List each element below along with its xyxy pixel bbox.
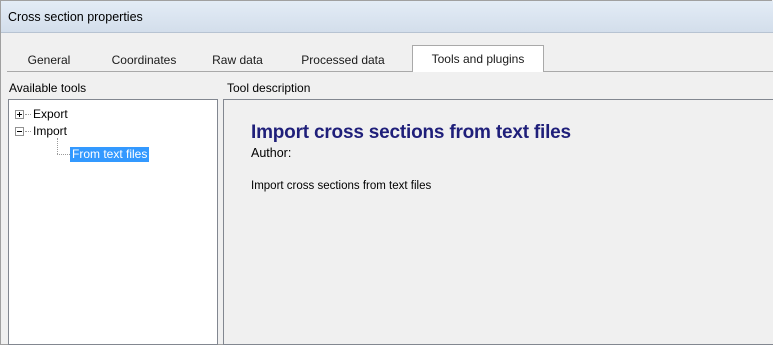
- tool-author-label: Author:: [251, 146, 292, 160]
- tree-connector: [57, 138, 58, 154]
- tool-description-header: Tool description: [227, 81, 311, 95]
- available-tools-header: Available tools: [9, 81, 87, 95]
- tab-coordinates[interactable]: Coordinates: [100, 50, 188, 71]
- tab-processed-data[interactable]: Processed data: [286, 50, 400, 71]
- tool-title: Import cross sections from text files: [251, 122, 571, 143]
- tool-description-text: Import cross sections from text files: [251, 180, 432, 192]
- tree-connector: [25, 114, 31, 115]
- tab-tools-and-plugins[interactable]: Tools and plugins: [412, 45, 544, 72]
- tab-general[interactable]: General: [14, 50, 84, 71]
- tree-connector: [25, 131, 31, 132]
- tree-node-import[interactable]: Import: [33, 124, 67, 138]
- tab-strip-baseline: [7, 71, 773, 72]
- tree-node-export[interactable]: Export: [33, 107, 68, 121]
- collapse-minus-icon[interactable]: [15, 127, 24, 136]
- tab-raw-data[interactable]: Raw data: [200, 50, 275, 71]
- expand-plus-icon[interactable]: [15, 110, 24, 119]
- tree-connector: [57, 154, 70, 155]
- window-title: Cross section properties: [8, 10, 143, 24]
- tree-node-from-text-files[interactable]: From text files: [70, 147, 150, 162]
- title-bar: Cross section properties: [1, 1, 773, 33]
